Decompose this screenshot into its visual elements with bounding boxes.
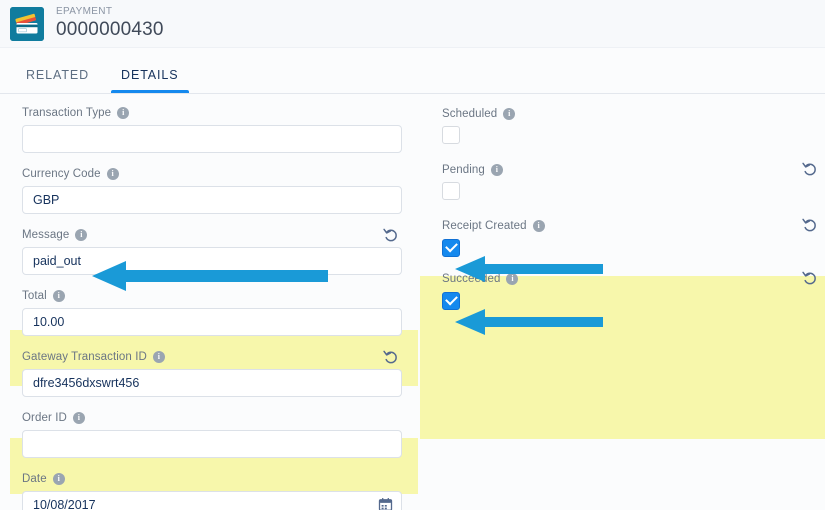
info-glyph: i bbox=[111, 169, 114, 178]
calendar-icon[interactable] bbox=[378, 497, 393, 510]
currency-code-input[interactable] bbox=[22, 186, 402, 214]
field-message: Message i bbox=[10, 220, 412, 281]
info-icon[interactable]: i bbox=[75, 229, 88, 241]
label-row: Order ID i bbox=[22, 411, 402, 425]
field-label: Gateway Transaction ID bbox=[22, 351, 147, 363]
field-label: Pending bbox=[442, 164, 485, 176]
info-glyph: i bbox=[157, 352, 161, 361]
pending-checkbox[interactable] bbox=[442, 182, 460, 200]
tab-related[interactable]: RELATED bbox=[10, 68, 105, 93]
info-icon[interactable]: i bbox=[532, 220, 545, 232]
info-glyph: i bbox=[495, 165, 499, 174]
field-gateway-transaction-id: Gateway Transaction ID i bbox=[10, 342, 412, 403]
info-glyph: i bbox=[537, 221, 540, 230]
field-succeeded: Succeeded i bbox=[430, 263, 825, 316]
order-id-input[interactable] bbox=[22, 430, 402, 458]
info-icon[interactable]: i bbox=[72, 412, 85, 424]
info-glyph: i bbox=[57, 474, 60, 483]
field-total: Total i bbox=[10, 281, 412, 342]
field-label: Total bbox=[22, 290, 47, 302]
form-column-right: Scheduled i Pending i Receipt Created i … bbox=[412, 98, 825, 510]
info-glyph: i bbox=[122, 108, 125, 117]
form-columns: Transaction Type i Currency Code i Messa… bbox=[0, 98, 825, 510]
label-row: Receipt Created i bbox=[442, 219, 815, 233]
field-label: Scheduled bbox=[442, 108, 498, 120]
field-pending: Pending i bbox=[430, 154, 825, 210]
receipt-created-checkbox[interactable] bbox=[442, 238, 460, 257]
label-row: Currency Code i bbox=[22, 167, 402, 181]
field-currency-code: Currency Code i bbox=[10, 159, 412, 220]
total-input[interactable] bbox=[22, 308, 402, 336]
record-object-label: EPAYMENT bbox=[56, 6, 113, 17]
label-row: Date i bbox=[22, 472, 402, 486]
field-receipt-created: Receipt Created i bbox=[430, 210, 825, 263]
undo-icon-succeeded[interactable] bbox=[801, 269, 819, 287]
info-glyph: i bbox=[511, 274, 514, 283]
date-input[interactable] bbox=[22, 491, 402, 510]
date-input-wrapper bbox=[22, 491, 402, 510]
field-order-id: Order ID i bbox=[10, 403, 412, 464]
label-row: Total i bbox=[22, 289, 402, 303]
undo-icon-pending[interactable] bbox=[801, 160, 819, 178]
field-label: Transaction Type bbox=[22, 107, 112, 119]
undo-icon-message[interactable] bbox=[382, 226, 400, 244]
label-row: Succeeded i bbox=[442, 272, 815, 286]
undo-icon-receipt-created[interactable] bbox=[801, 216, 819, 234]
label-row: Gateway Transaction ID i bbox=[22, 350, 402, 364]
epayment-record-page: EPAYMENT 0000000430 RELATED DETAILS Tran… bbox=[0, 0, 825, 510]
record-header: EPAYMENT 0000000430 bbox=[0, 0, 825, 48]
info-icon[interactable]: i bbox=[503, 108, 516, 120]
field-label: Currency Code bbox=[22, 168, 101, 180]
details-form: Transaction Type i Currency Code i Messa… bbox=[0, 94, 825, 510]
info-glyph: i bbox=[80, 230, 83, 239]
scheduled-checkbox[interactable] bbox=[442, 126, 460, 144]
record-title-block: EPAYMENT 0000000430 bbox=[56, 6, 164, 41]
info-icon[interactable]: i bbox=[106, 168, 119, 180]
info-icon[interactable]: i bbox=[52, 290, 65, 302]
label-row: Pending i bbox=[442, 163, 815, 177]
tab-bar: RELATED DETAILS bbox=[0, 48, 825, 94]
info-icon[interactable]: i bbox=[117, 107, 130, 119]
info-icon[interactable]: i bbox=[506, 273, 519, 285]
field-scheduled: Scheduled i bbox=[430, 98, 825, 154]
info-icon[interactable]: i bbox=[152, 351, 165, 363]
label-row: Transaction Type i bbox=[22, 106, 402, 120]
field-transaction-type: Transaction Type i bbox=[10, 98, 412, 159]
field-label: Receipt Created bbox=[442, 220, 527, 232]
info-icon[interactable]: i bbox=[490, 164, 503, 176]
label-row: Scheduled i bbox=[442, 107, 815, 121]
info-icon[interactable]: i bbox=[52, 473, 65, 485]
tab-details[interactable]: DETAILS bbox=[105, 68, 194, 93]
label-row: Message i bbox=[22, 228, 402, 242]
info-glyph: i bbox=[77, 413, 81, 422]
record-number: 0000000430 bbox=[56, 19, 164, 40]
succeeded-checkbox[interactable] bbox=[442, 291, 460, 310]
form-column-left: Transaction Type i Currency Code i Messa… bbox=[0, 98, 412, 510]
credit-card-icon bbox=[10, 6, 44, 41]
undo-icon-gateway-transaction-id[interactable] bbox=[382, 348, 400, 366]
field-label: Succeeded bbox=[442, 273, 501, 285]
message-input[interactable] bbox=[22, 247, 402, 275]
info-glyph: i bbox=[508, 109, 511, 118]
transaction-type-input[interactable] bbox=[22, 125, 402, 153]
info-glyph: i bbox=[57, 291, 60, 300]
gateway-transaction-id-input[interactable] bbox=[22, 369, 402, 397]
field-label: Message bbox=[22, 229, 70, 241]
field-label: Order ID bbox=[22, 412, 67, 424]
field-date: Date i bbox=[10, 464, 412, 510]
field-label: Date bbox=[22, 473, 47, 485]
